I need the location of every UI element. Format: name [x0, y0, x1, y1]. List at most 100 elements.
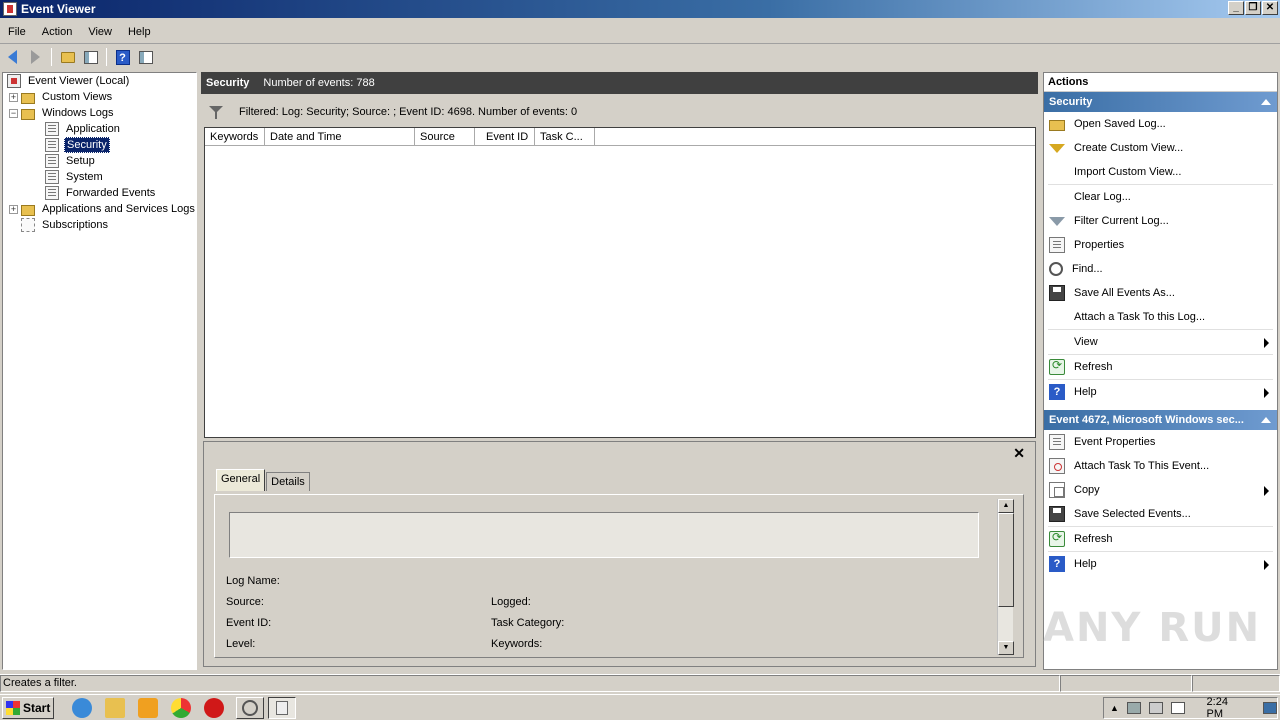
log-icon	[45, 170, 59, 184]
close-button[interactable]: ✕	[1262, 1, 1278, 15]
actions-section-security[interactable]: Security	[1044, 92, 1277, 112]
tree-item-security[interactable]: Security	[45, 137, 110, 153]
clock[interactable]: 2:24 PM	[1207, 696, 1248, 720]
collapse-icon[interactable]: −	[9, 108, 18, 118]
action-import-custom-view[interactable]: Import Custom View...	[1044, 160, 1277, 184]
log-header: Security Number of events: 788	[201, 72, 1038, 94]
up-one-level-button[interactable]	[57, 47, 78, 67]
close-detail-icon[interactable]: ✕	[1013, 445, 1025, 462]
tree-item-custom-views[interactable]: + Custom Views	[9, 89, 114, 105]
action-save-all-events[interactable]: Save All Events As...	[1044, 281, 1277, 305]
action-properties[interactable]: Properties	[1044, 233, 1277, 257]
forward-button[interactable]	[25, 47, 46, 67]
action-center-flag-icon[interactable]	[1170, 702, 1185, 714]
action-attach-task-event[interactable]: Attach Task To This Event...	[1044, 454, 1277, 478]
show-hidden-icons-icon[interactable]: ▲	[1110, 703, 1119, 713]
opera-icon[interactable]	[204, 697, 224, 718]
tree-item-setup[interactable]: Setup	[45, 153, 97, 169]
filter-bar: Filtered: Log: Security; Source: ; Event…	[203, 98, 1036, 125]
actions-section-event[interactable]: Event 4672, Microsoft Windows sec...	[1044, 410, 1277, 430]
toolbar: ?	[2, 46, 156, 68]
action-label: Properties	[1074, 239, 1125, 251]
log-icon	[45, 154, 59, 168]
menu-file[interactable]: File	[0, 26, 34, 38]
start-label: Start	[23, 700, 51, 715]
tree-item-root[interactable]: Event Viewer (Local)	[7, 73, 131, 89]
action-filter-current-log[interactable]: Filter Current Log...	[1044, 209, 1277, 233]
tree-item-app-services-logs[interactable]: + Applications and Services Logs	[9, 201, 197, 217]
action-save-selected-events[interactable]: Save Selected Events...	[1044, 502, 1277, 526]
action-help[interactable]: ? Help	[1044, 380, 1277, 404]
action-attach-task-log[interactable]: Attach a Task To this Log...	[1044, 305, 1277, 329]
event-viewer-app-icon	[3, 2, 17, 16]
action-copy[interactable]: Copy	[1044, 478, 1277, 502]
action-clear-log[interactable]: Clear Log...	[1044, 185, 1277, 209]
subscriptions-icon	[21, 218, 35, 232]
events-grid[interactable]: Keywords Date and Time Source Event ID T…	[204, 127, 1036, 438]
help-icon: ?	[1049, 384, 1065, 400]
file-explorer-icon[interactable]	[105, 697, 125, 718]
action-refresh[interactable]: Refresh	[1044, 355, 1277, 379]
taskbar: Start ▲ 2:24 PM	[0, 694, 1280, 720]
chrome-icon[interactable]	[171, 697, 191, 718]
restore-button[interactable]: ❐	[1245, 1, 1261, 15]
media-player-icon[interactable]	[138, 697, 158, 718]
log-icon	[45, 138, 59, 152]
expand-icon[interactable]: +	[9, 92, 18, 102]
column-event-id[interactable]: Event ID	[475, 128, 535, 145]
network-icon[interactable]	[1126, 702, 1141, 714]
column-keywords[interactable]: Keywords	[205, 128, 265, 145]
filter-icon	[209, 106, 223, 119]
tree-item-system[interactable]: System	[45, 169, 105, 185]
back-button[interactable]	[2, 47, 23, 67]
column-task-category[interactable]: Task C...	[535, 128, 595, 145]
tree-item-windows-logs[interactable]: − Windows Logs	[9, 105, 116, 121]
section-title: Event 4672, Microsoft Windows sec...	[1049, 414, 1244, 426]
toolbar-separator	[106, 48, 107, 66]
tab-details[interactable]: Details	[266, 472, 310, 491]
open-folder-icon	[1049, 120, 1065, 131]
show-hide-tree-button[interactable]	[80, 47, 101, 67]
scroll-thumb[interactable]	[998, 513, 1014, 607]
start-button[interactable]: Start	[2, 696, 54, 719]
action-create-custom-view[interactable]: Create Custom View...	[1044, 136, 1277, 160]
tree-item-application[interactable]: Application	[45, 121, 122, 137]
tree-item-forwarded-events[interactable]: Forwarded Events	[45, 185, 157, 201]
detail-scrollbar[interactable]: ▲ ▼	[997, 499, 1014, 655]
action-label: Refresh	[1074, 361, 1113, 373]
anyrun-watermark: ANY RUN	[1043, 605, 1262, 651]
show-hide-action-pane-button[interactable]	[135, 47, 156, 67]
taskbar-app-event-viewer[interactable]	[268, 696, 296, 719]
window-controls: _ ❐ ✕	[1228, 1, 1278, 15]
taskbar-app-clock[interactable]	[236, 696, 264, 719]
scroll-down-icon[interactable]: ▼	[998, 641, 1014, 655]
task-scheduler-icon	[1049, 458, 1065, 474]
help-button[interactable]: ?	[112, 47, 133, 67]
status-text: Creates a filter.	[0, 675, 1060, 692]
toolbar-separator	[51, 48, 52, 66]
menu-help[interactable]: Help	[120, 26, 159, 38]
volume-icon[interactable]	[1148, 702, 1163, 714]
filter-icon	[1049, 216, 1065, 226]
action-event-properties[interactable]: Event Properties	[1044, 430, 1277, 454]
action-label: Save All Events As...	[1074, 287, 1175, 299]
minimize-button[interactable]: _	[1228, 1, 1244, 15]
event-description-box[interactable]	[229, 512, 979, 558]
action-open-saved-log[interactable]: Open Saved Log...	[1044, 112, 1277, 136]
column-source[interactable]: Source	[415, 128, 475, 145]
expand-icon[interactable]: +	[9, 204, 18, 214]
menu-view[interactable]: View	[80, 26, 120, 38]
action-view[interactable]: View	[1044, 330, 1277, 354]
action-label: Open Saved Log...	[1074, 118, 1166, 130]
action-refresh-event[interactable]: Refresh	[1044, 527, 1277, 551]
scroll-up-icon[interactable]: ▲	[998, 499, 1014, 513]
tab-general[interactable]: General	[216, 469, 266, 491]
menu-action[interactable]: Action	[34, 26, 81, 38]
show-desktop-icon[interactable]	[1263, 702, 1277, 714]
column-date-time[interactable]: Date and Time	[265, 128, 415, 145]
forward-arrow-icon	[31, 50, 40, 64]
action-help-event[interactable]: ? Help	[1044, 552, 1277, 576]
action-find[interactable]: Find...	[1044, 257, 1277, 281]
tree-item-subscriptions[interactable]: Subscriptions	[21, 217, 110, 233]
internet-explorer-icon[interactable]	[72, 697, 92, 718]
